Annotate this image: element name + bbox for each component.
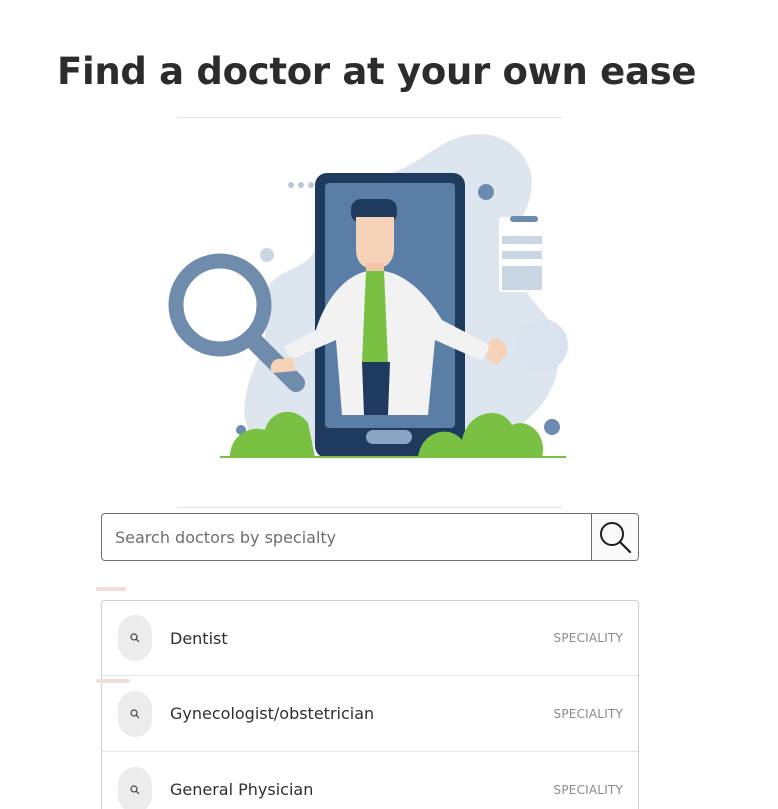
suggestion-row-gynecologist[interactable]: Gynecologist/obstetrician SPECIALITY [102, 676, 638, 752]
title-divider [177, 117, 562, 118]
suggestion-label: Dentist [170, 628, 228, 648]
search-icon [600, 522, 632, 554]
page-title: Find a doctor at your own ease [57, 50, 697, 93]
decorative-mark [96, 679, 130, 683]
search-divider [177, 507, 562, 508]
search-icon [118, 766, 152, 809]
search-button[interactable] [591, 514, 638, 560]
search-bar [101, 513, 639, 561]
suggestion-label: General Physician [170, 780, 314, 799]
doctor-on-phone-illustration [168, 134, 568, 458]
suggestion-tag: SPECIALITY [553, 706, 623, 721]
page: Find a doctor at your own ease Search do… [0, 0, 778, 809]
suggestion-row-general-physician[interactable]: General Physician SPECIALITY [102, 752, 638, 809]
suggestion-tag: SPECIALITY [553, 782, 623, 797]
search-input[interactable] [102, 514, 591, 560]
suggestion-tag: SPECIALITY [553, 631, 623, 645]
decorative-mark [96, 587, 126, 591]
search-icon [118, 690, 152, 737]
search-icon [118, 615, 152, 661]
suggestion-label: Gynecologist/obstetrician [170, 704, 375, 723]
suggestion-row-dentist[interactable]: Dentist SPECIALITY [102, 601, 638, 676]
search-suggestions: Dentist SPECIALITY Gynecologist/obstetri… [101, 600, 639, 809]
